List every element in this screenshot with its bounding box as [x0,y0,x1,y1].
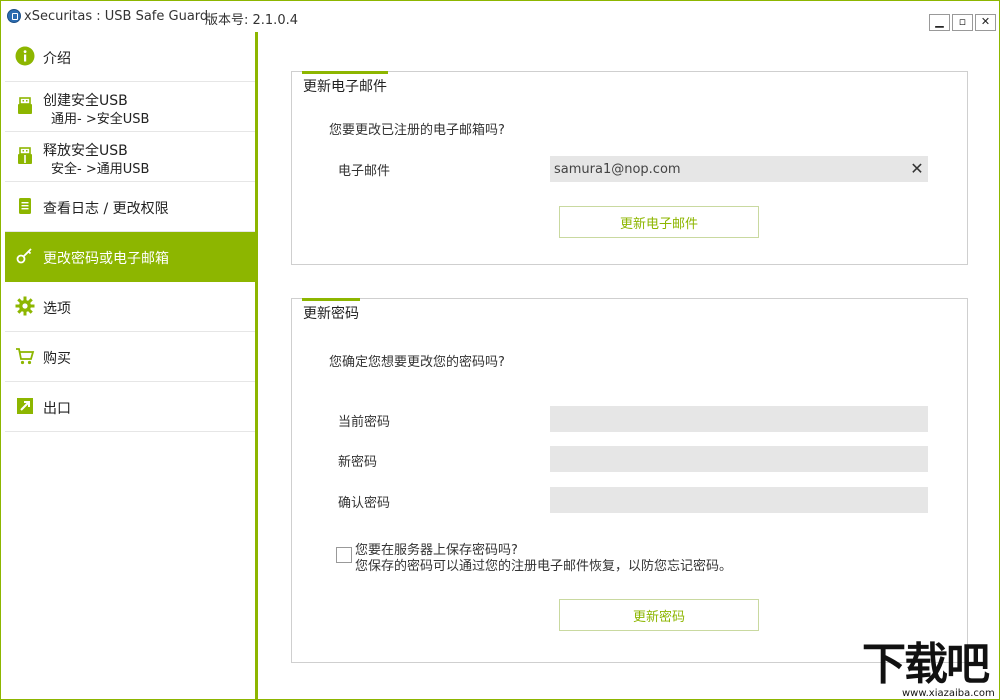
info-icon [15,46,35,66]
window-title: xSecuritas : USB Safe Guard [24,9,209,24]
email-group-title: 更新电子邮件 [303,79,387,95]
new-password-label: 新密码 [338,455,378,470]
save-password-checkbox[interactable] [336,547,352,563]
current-password-label: 当前密码 [338,415,391,430]
sidebar-item-label: 释放安全USB [43,143,128,159]
email-group: 更新电子邮件 您要更改已注册的电子邮箱吗? 电子邮件 ✕ 更新电子邮件 [291,71,968,265]
sidebar-item-label: 查看日志 / 更改权限 [43,201,169,217]
usb-icon [18,97,32,114]
sidebar-item-label: 介绍 [43,51,71,67]
confirm-password-label: 确认密码 [338,496,391,511]
sidebar-item-exit[interactable]: 出口 [5,382,255,432]
sidebar-item-label: 购买 [43,351,71,367]
lock-app-icon [7,9,21,23]
sidebar-item-label: 创建安全USB [43,93,128,109]
close-button[interactable]: ✕ [975,14,996,31]
sidebar-item-buy[interactable]: 购买 [5,332,255,382]
cart-icon [16,348,35,365]
group-accent-bar [302,71,388,74]
key-icon [16,248,32,264]
sidebar-item-sublabel: 安全- >通用USB [51,162,150,177]
gear-icon [15,296,35,316]
confirm-password-field[interactable] [550,487,928,513]
group-accent-bar [302,298,360,301]
maximize-button[interactable]: ▫ [952,14,973,31]
app-window: xSecuritas : USB Safe Guard 版本号: 2.1.0.4… [0,0,1000,700]
sidebar-item-release-usb[interactable]: 释放安全USB 安全- >通用USB [5,132,255,182]
email-field[interactable] [550,156,928,182]
email-question: 您要更改已注册的电子邮箱吗? [329,123,505,138]
sidebar-nav: 介绍 创建安全USB 通用- >安全USB 释放安全USB 安全- >通用USB [5,32,255,432]
sidebar-item-label: 出口 [43,401,71,417]
sidebar-item-label: 选项 [43,301,71,317]
content-divider [255,32,258,700]
watermark-text: 下载吧 [862,639,990,690]
clear-email-icon[interactable]: ✕ [909,161,925,177]
sidebar-item-options[interactable]: 选项 [5,282,255,332]
password-group-title: 更新密码 [303,306,359,322]
scroll-icon [19,198,31,214]
sidebar-item-intro[interactable]: 介绍 [5,32,255,82]
sidebar-item-label: 更改密码或电子邮箱 [43,251,169,267]
watermark-url: www.xiazaiba.com [902,688,995,699]
current-password-field[interactable] [550,406,928,432]
watermark-logo: 下载吧 www.xiazaiba.com [862,640,1000,700]
email-label: 电子邮件 [338,164,391,179]
version-label: 版本号: 2.1.0.4 [205,13,298,28]
new-password-field[interactable] [550,446,928,472]
sidebar-item-create-usb[interactable]: 创建安全USB 通用- >安全USB [5,82,255,132]
save-password-note: 您保存的密码可以通过您的注册电子邮件恢复，以防您忘记密码。 [355,559,733,574]
title-bar: xSecuritas : USB Safe Guard 版本号: 2.1.0.4… [1,1,999,32]
update-email-button[interactable]: 更新电子邮件 [559,206,759,238]
minimize-button[interactable]: ▁ [929,14,950,31]
sidebar-item-logs[interactable]: 查看日志 / 更改权限 [5,182,255,232]
sidebar-item-change-password[interactable]: 更改密码或电子邮箱 [5,232,255,282]
update-password-button[interactable]: 更新密码 [559,599,759,631]
usb-open-icon [18,147,32,164]
sidebar-item-sublabel: 通用- >安全USB [51,112,150,127]
password-group: 更新密码 您确定您想要更改您的密码吗? 当前密码 新密码 确认密码 您要在服务器… [291,298,968,663]
password-question: 您确定您想要更改您的密码吗? [329,355,505,370]
exit-icon [17,398,33,414]
